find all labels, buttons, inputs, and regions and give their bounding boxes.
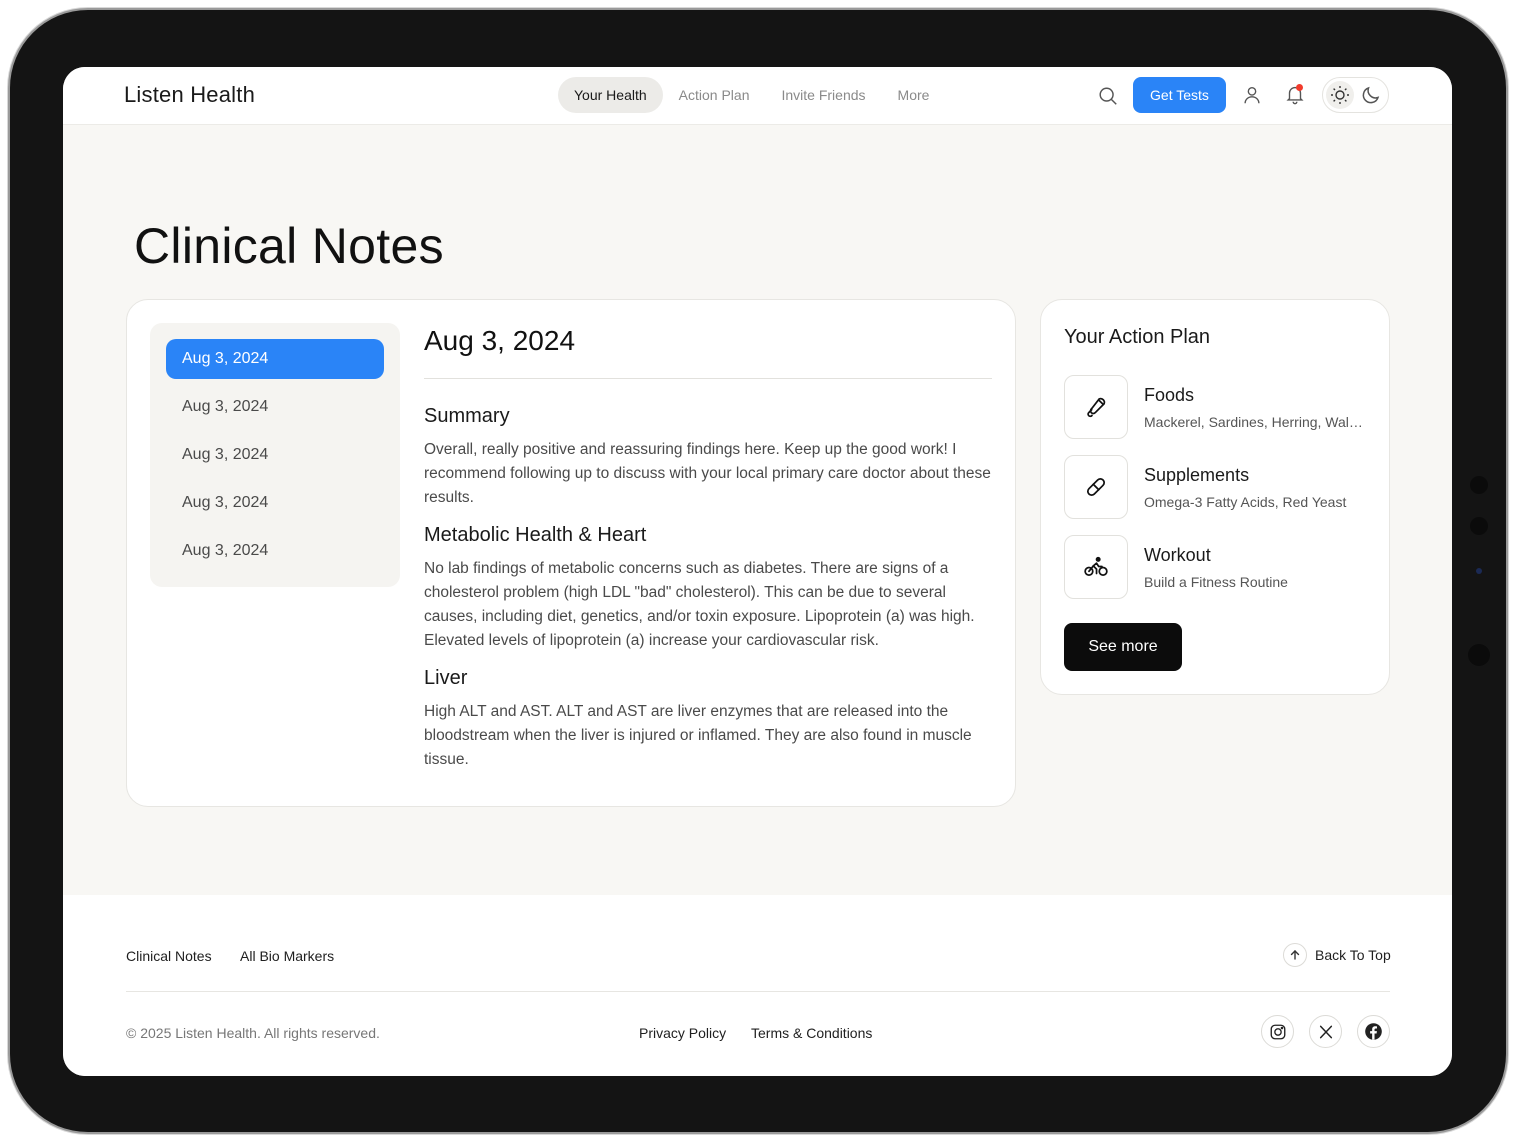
camera-dot (1470, 517, 1488, 535)
plan-item-workout[interactable]: Workout Build a Fitness Routine (1064, 535, 1374, 599)
date-item[interactable]: Aug 3, 2024 (166, 387, 384, 427)
date-item[interactable]: Aug 3, 2024 (166, 531, 384, 571)
app-screen: Listen Health Your Health Action Plan In… (63, 67, 1452, 1076)
nav-invite-friends[interactable]: Invite Friends (765, 77, 881, 113)
action-plan-card: Your Action Plan Foods Mackerel, Sardine… (1040, 299, 1390, 695)
user-icon[interactable] (1241, 84, 1263, 106)
sun-icon[interactable] (1326, 81, 1354, 109)
privacy-policy-link[interactable]: Privacy Policy (639, 1025, 726, 1041)
note-date-heading: Aug 3, 2024 (424, 325, 992, 379)
camera-dot (1470, 476, 1488, 494)
theme-toggle[interactable] (1322, 77, 1389, 113)
plan-item-name: Supplements (1144, 465, 1250, 485)
brand-logo[interactable]: Listen Health (124, 82, 255, 108)
food-icon (1064, 375, 1128, 439)
plan-item-sub: Omega-3 Fatty Acids, Red Yeast (1144, 494, 1347, 510)
notification-dot (1296, 84, 1303, 91)
instagram-icon[interactable] (1261, 1015, 1294, 1048)
x-icon[interactable] (1309, 1015, 1342, 1048)
clinical-notes-card: Aug 3, 2024 Aug 3, 2024 Aug 3, 2024 Aug … (126, 299, 1016, 807)
search-icon[interactable] (1097, 85, 1119, 107)
main-nav: Your Health Action Plan Invite Friends M… (558, 77, 945, 113)
date-item[interactable]: Aug 3, 2024 (166, 339, 384, 379)
camera-dot (1468, 644, 1490, 666)
page-title: Clinical Notes (134, 218, 444, 274)
summary-heading: Summary (424, 405, 510, 427)
footer-link-clinical-notes[interactable]: Clinical Notes (126, 948, 212, 964)
plan-item-sub: Mackerel, Sardines, Herring, Walnuts (1144, 414, 1369, 430)
terms-link[interactable]: Terms & Conditions (751, 1025, 872, 1041)
copyright-text: © 2025 Listen Health. All rights reserve… (126, 1025, 380, 1041)
moon-icon[interactable] (1359, 83, 1383, 107)
top-header: Listen Health Your Health Action Plan In… (63, 67, 1452, 125)
get-tests-button[interactable]: Get Tests (1133, 77, 1226, 113)
facebook-icon[interactable] (1357, 1015, 1390, 1048)
footer-link-bio-markers[interactable]: All Bio Markers (240, 948, 334, 964)
plan-item-foods[interactable]: Foods Mackerel, Sardines, Herring, Walnu… (1064, 375, 1374, 439)
plan-item-name: Workout (1144, 545, 1211, 565)
notes-date-list: Aug 3, 2024 Aug 3, 2024 Aug 3, 2024 Aug … (150, 323, 400, 587)
nav-more[interactable]: More (882, 77, 946, 113)
arrow-up-icon (1283, 943, 1307, 967)
footer: Clinical Notes All Bio Markers Back To T… (63, 895, 1452, 1076)
nav-action-plan[interactable]: Action Plan (663, 77, 766, 113)
camera-dot (1476, 568, 1482, 574)
bicycle-icon (1064, 535, 1128, 599)
metabolic-heading: Metabolic Health & Heart (424, 524, 647, 546)
plan-item-sub: Build a Fitness Routine (1144, 574, 1288, 590)
liver-text: High ALT and AST. ALT and AST are liver … (424, 703, 972, 768)
note-content: Aug 3, 2024 Summary Overall, really posi… (424, 325, 992, 772)
liver-heading: Liver (424, 667, 468, 689)
action-plan-title: Your Action Plan (1064, 326, 1211, 348)
see-more-button[interactable]: See more (1064, 623, 1182, 671)
back-to-top-label: Back To Top (1315, 947, 1391, 963)
plan-item-name: Foods (1144, 385, 1195, 405)
plan-item-supplements[interactable]: Supplements Omega-3 Fatty Acids, Red Yea… (1064, 455, 1374, 519)
metabolic-text: No lab findings of metabolic concerns su… (424, 560, 975, 649)
footer-divider (126, 991, 1390, 992)
date-item[interactable]: Aug 3, 2024 (166, 435, 384, 475)
date-item[interactable]: Aug 3, 2024 (166, 483, 384, 523)
summary-text: Overall, really positive and reassuring … (424, 441, 991, 506)
pill-icon (1064, 455, 1128, 519)
nav-your-health[interactable]: Your Health (558, 77, 663, 113)
